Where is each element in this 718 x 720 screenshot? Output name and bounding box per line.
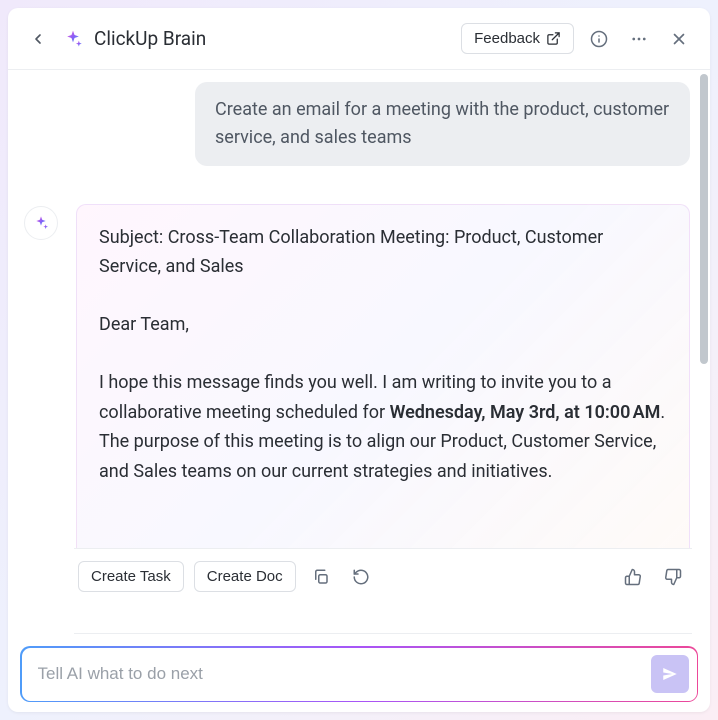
create-doc-button[interactable]: Create Doc bbox=[194, 561, 296, 592]
thumbs-down-button[interactable] bbox=[658, 562, 688, 592]
conversation-area: Create an email for a meeting with the p… bbox=[8, 70, 710, 712]
action-bar: Create Task Create Doc bbox=[74, 548, 692, 600]
close-button[interactable] bbox=[664, 24, 694, 54]
copy-button[interactable] bbox=[306, 562, 336, 592]
thumbs-up-button[interactable] bbox=[618, 562, 648, 592]
ai-input-row bbox=[20, 646, 698, 702]
email-body: I hope this message finds you well. I am… bbox=[99, 368, 667, 487]
regenerate-icon bbox=[352, 568, 370, 586]
sparkle-icon bbox=[33, 215, 49, 231]
send-button[interactable] bbox=[651, 655, 689, 693]
more-icon bbox=[630, 30, 648, 48]
scrollbar[interactable] bbox=[699, 70, 709, 712]
brain-panel: ClickUp Brain Feedback Create an email f… bbox=[8, 8, 710, 712]
back-icon bbox=[30, 31, 46, 47]
header: ClickUp Brain Feedback bbox=[8, 8, 710, 70]
close-icon bbox=[670, 30, 688, 48]
feedback-button[interactable]: Feedback bbox=[461, 23, 574, 54]
create-task-button[interactable]: Create Task bbox=[78, 561, 184, 592]
thumbs-up-icon bbox=[624, 568, 642, 586]
ai-avatar bbox=[24, 206, 58, 240]
info-icon bbox=[590, 30, 608, 48]
user-message-row: Create an email for a meeting with the p… bbox=[24, 82, 690, 166]
ai-input[interactable] bbox=[38, 664, 651, 684]
ai-input-inner bbox=[22, 648, 697, 701]
copy-icon bbox=[312, 568, 330, 586]
email-subject: Subject: Cross-Team Collaboration Meetin… bbox=[99, 223, 667, 282]
user-message: Create an email for a meeting with the p… bbox=[195, 82, 690, 166]
regenerate-button[interactable] bbox=[346, 562, 376, 592]
scrollbar-thumb[interactable] bbox=[700, 74, 708, 364]
divider bbox=[74, 633, 692, 634]
info-button[interactable] bbox=[584, 24, 614, 54]
ai-message-row: Subject: Cross-Team Collaboration Meetin… bbox=[24, 204, 690, 578]
ai-response: Subject: Cross-Team Collaboration Meetin… bbox=[76, 204, 690, 578]
page-title: ClickUp Brain bbox=[94, 27, 206, 50]
sparkle-icon bbox=[62, 28, 84, 50]
back-button[interactable] bbox=[24, 25, 52, 53]
email-greeting: Dear Team, bbox=[99, 310, 667, 340]
meeting-datetime: Wednesday, May 3rd, at 10:00 AM bbox=[390, 402, 661, 423]
feedback-label: Feedback bbox=[474, 30, 540, 47]
thumbs-down-icon bbox=[664, 568, 682, 586]
more-button[interactable] bbox=[624, 24, 654, 54]
send-icon bbox=[661, 665, 679, 683]
external-link-icon bbox=[546, 31, 561, 46]
